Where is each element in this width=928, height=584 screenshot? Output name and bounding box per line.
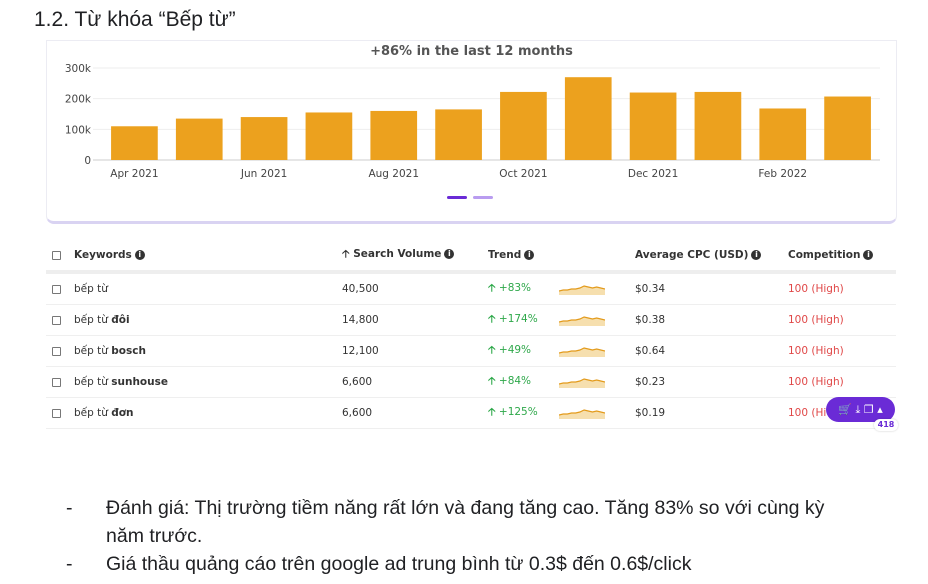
info-icon[interactable]: i	[134, 250, 145, 260]
keyword-cell: bếp từ sunhouse	[74, 366, 342, 398]
table-header-row: Keywords i 🡡 Search Volume i Trend i Averag…	[46, 240, 896, 274]
trend-sparkline	[558, 409, 605, 419]
select-all-checkbox[interactable]	[52, 250, 61, 260]
x-tick-label: Dec 2021	[628, 168, 678, 180]
y-tick-label: 100k	[65, 124, 92, 136]
chart-pager[interactable]	[447, 196, 493, 199]
up-arrow-icon: 🡡	[488, 282, 496, 294]
info-icon[interactable]: i	[524, 250, 535, 260]
cpc-cell: $0.23	[635, 366, 788, 398]
info-icon[interactable]: i	[751, 250, 762, 260]
cart-icon: 🛒	[838, 403, 852, 416]
x-tick-label: Apr 2021	[110, 168, 158, 180]
list-item: - Giá thầu quảng cáo trên google ad trun…	[66, 550, 846, 578]
list-item: - Đánh giá: Thị trường tiềm năng rất lớn…	[66, 494, 846, 550]
count-badge: 418	[874, 419, 898, 431]
info-icon[interactable]: i	[863, 250, 874, 260]
bar-may-2021[interactable]	[240, 117, 288, 160]
trend-cell: 🡡 +174%	[488, 304, 635, 336]
trend-cell: 🡡 +84%	[488, 366, 635, 398]
competition-cell: 100 (High)	[788, 335, 896, 367]
up-arrow-icon: 🡡	[488, 375, 496, 387]
table-row: bếp từ bosch 12,100 🡡 +49% $0.64 100 (Hi…	[46, 335, 896, 367]
row-checkbox[interactable]	[52, 315, 61, 325]
x-tick-label: Jun 2021	[240, 168, 287, 180]
bullet-marker: -	[66, 497, 73, 519]
competition-cell: 100 (High)	[788, 304, 896, 336]
sort-up-arrow-icon: 🡡	[342, 248, 350, 260]
cpc-cell: $0.34	[635, 272, 788, 305]
x-tick-label: Aug 2021	[368, 168, 419, 180]
up-arrow-icon: 🡡	[488, 313, 496, 325]
cpc-cell: $0.64	[635, 335, 788, 367]
bullet-marker: -	[66, 553, 73, 575]
x-tick-label: Feb 2022	[758, 168, 807, 180]
cpc-header[interactable]: Average CPC (USD) i	[635, 240, 788, 274]
info-icon[interactable]: i	[444, 249, 455, 259]
bar-aug-2021[interactable]	[435, 109, 482, 160]
row-checkbox[interactable]	[52, 408, 61, 418]
download-icon: ⤓	[855, 403, 861, 416]
keyword-table: Keywords i 🡡 Search Volume i Trend i Averag…	[46, 240, 896, 429]
volume-cell: 14,800	[342, 304, 488, 336]
section-heading: 1.2. Từ khóa “Bếp từ”	[34, 8, 236, 31]
keyword-cell: bếp từ bosch	[74, 335, 342, 367]
table-row: bếp từ 40,500 🡡 +83% $0.34 100 (High)	[46, 272, 896, 305]
bar-chart: 0 100k 200k 300k Apr 2021 Jun 2021 Aug 2021 Oct…	[65, 63, 880, 180]
trend-cell: 🡡 +83%	[488, 272, 635, 305]
trend-sparkline	[558, 285, 606, 295]
competition-cell: 100 (High)	[788, 272, 896, 305]
keyword-cell: bếp từ	[74, 272, 342, 305]
y-tick-label: 300k	[65, 63, 92, 75]
table-row: bếp từ sunhouse 6,600 🡡 +84% $0.23 100 (…	[46, 366, 896, 398]
trend-header[interactable]: Trend i	[488, 240, 635, 274]
up-arrow-icon: 🡡	[488, 344, 496, 356]
bar-feb-2022[interactable]	[824, 96, 871, 160]
keywords-header[interactable]: Keywords i	[74, 240, 342, 274]
bar-nov-2021[interactable]	[629, 92, 677, 160]
trend-sparkline	[558, 347, 606, 357]
search-volume-header[interactable]: 🡡 Search Volume i	[342, 240, 488, 274]
cpc-cell: $0.19	[635, 397, 788, 429]
bar-jun-2021[interactable]	[305, 112, 353, 160]
trend-sparkline	[558, 316, 605, 326]
search-volume-chart-card: +86% in the last 12 months 0 100k 200k 300k…	[46, 40, 897, 224]
bar-oct-2021[interactable]	[564, 77, 612, 160]
volume-cell: 12,100	[342, 335, 488, 367]
chart-pager-dot-2[interactable]	[473, 196, 493, 199]
chart-pager-dot-1[interactable]	[447, 196, 467, 199]
bar-jul-2021[interactable]	[370, 110, 418, 160]
bar-mar-2021[interactable]	[111, 126, 158, 160]
y-tick-label: 200k	[65, 94, 92, 106]
bar-sep-2021[interactable]	[500, 91, 547, 160]
bar-dec-2021[interactable]	[694, 91, 742, 160]
up-arrow-icon: 🡡	[488, 406, 496, 418]
x-tick-label: Oct 2021	[499, 168, 547, 180]
copy-icon: ❐	[863, 403, 874, 416]
y-tick-label: 0	[84, 155, 91, 167]
trend-sparkline	[558, 378, 606, 388]
table-row: bếp từ đơn 6,600 🡡 +125% $0.19 100 (Hi	[46, 397, 896, 429]
volume-cell: 40,500	[342, 272, 488, 305]
volume-cell: 6,600	[342, 397, 488, 429]
keyword-cell: bếp từ đôi	[74, 304, 342, 336]
table-row: bếp từ đôi 14,800 🡡 +174% $0.38 100 (Hig…	[46, 304, 896, 336]
bar-apr-2021[interactable]	[175, 118, 223, 160]
competition-header[interactable]: Competition i	[788, 240, 896, 274]
cpc-cell: $0.38	[635, 304, 788, 336]
row-checkbox[interactable]	[52, 346, 61, 356]
bar-jan-2022[interactable]	[759, 108, 807, 160]
row-checkbox[interactable]	[52, 284, 61, 294]
keyword-cell: bếp từ đơn	[74, 397, 342, 429]
trend-cell: 🡡 +49%	[488, 335, 635, 367]
chevron-up-icon: ▴	[877, 403, 883, 416]
row-checkbox[interactable]	[52, 377, 61, 387]
volume-cell: 6,600	[342, 366, 488, 398]
bullet-list: - Đánh giá: Thị trường tiềm năng rất lớn…	[66, 494, 846, 578]
trend-cell: 🡡 +125%	[488, 397, 635, 429]
competition-cell: 100 (High)	[788, 366, 896, 398]
